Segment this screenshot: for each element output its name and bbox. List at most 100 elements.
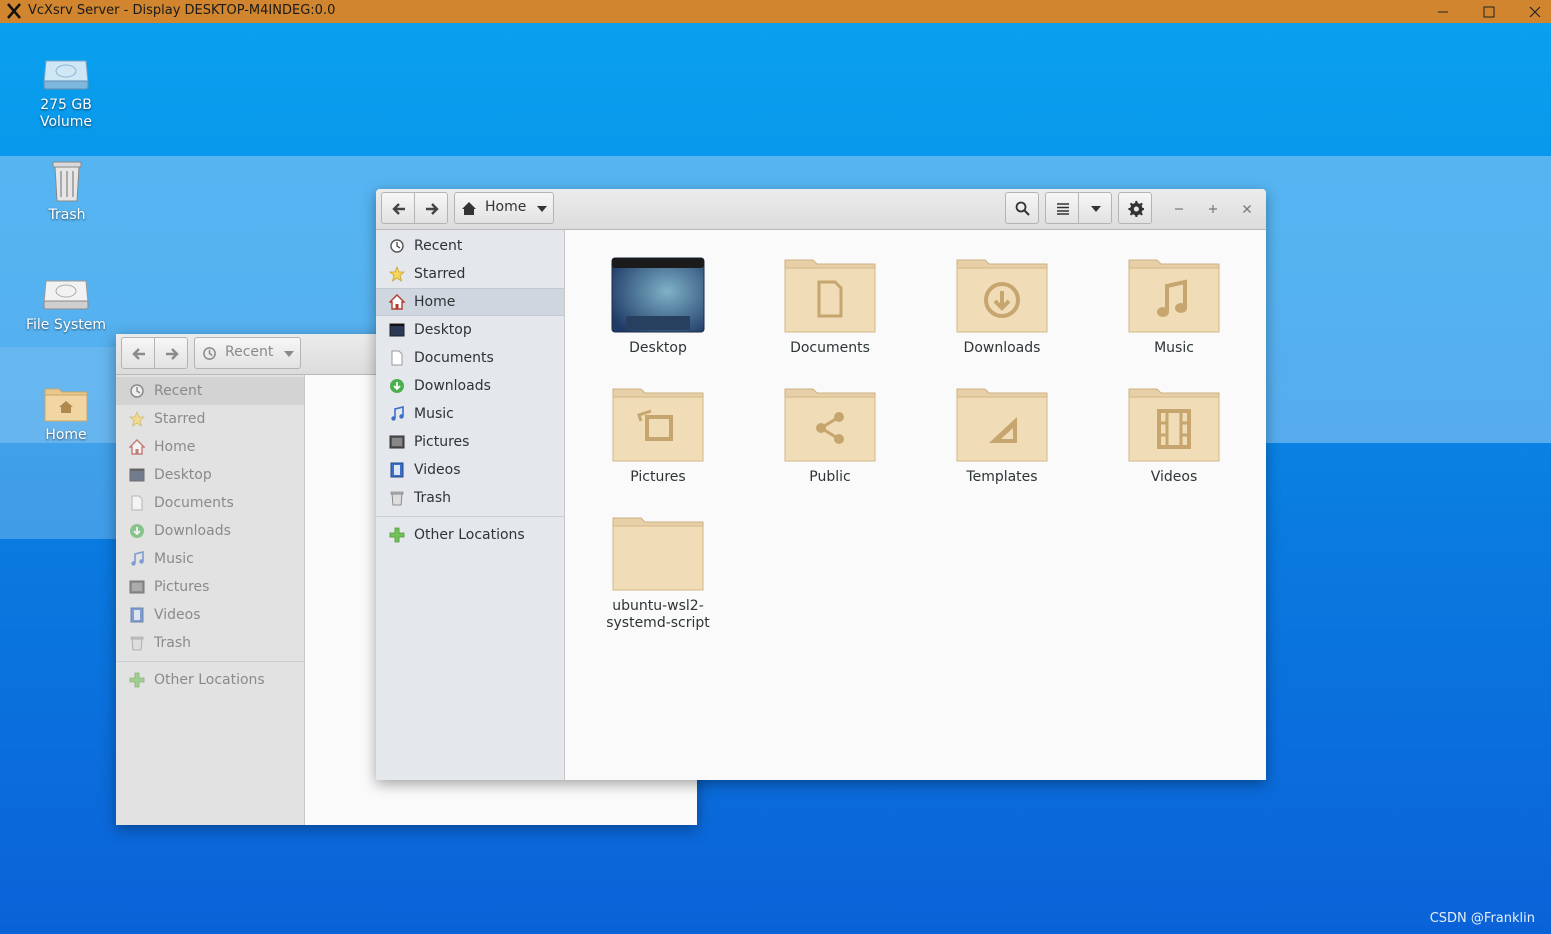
file-item-music[interactable]: Music bbox=[1099, 256, 1249, 357]
sidebar-item-home[interactable]: Home bbox=[376, 288, 564, 316]
minimize-icon bbox=[1175, 208, 1183, 210]
search-button[interactable] bbox=[1005, 192, 1039, 224]
location-label: Home bbox=[485, 199, 527, 215]
file-item-templates[interactable]: Templates bbox=[927, 385, 1077, 486]
desktop-icon-filesystem[interactable]: File System bbox=[16, 273, 116, 334]
desktop-icon-label: Home bbox=[45, 427, 87, 443]
desktop-icon bbox=[389, 323, 405, 337]
sidebar-item-pictures[interactable]: Pictures bbox=[376, 428, 564, 456]
list-view-icon bbox=[1057, 203, 1069, 215]
desktop-icon-volume[interactable]: 275 GB Volume bbox=[16, 53, 116, 131]
drive-icon bbox=[43, 280, 89, 310]
host-window-title: VcXsrv Server - Display DESKTOP-M4INDEG:… bbox=[28, 3, 336, 18]
sidebar-item-label: Desktop bbox=[154, 467, 212, 483]
list-view-button[interactable] bbox=[1045, 192, 1079, 224]
videos-icon bbox=[390, 462, 404, 478]
trash-icon bbox=[52, 161, 82, 202]
sidebar-item-label: Music bbox=[414, 406, 454, 422]
sidebar-item-documents[interactable]: Documents bbox=[116, 489, 304, 517]
sidebar-item-downloads[interactable]: Downloads bbox=[376, 372, 564, 400]
videos-icon bbox=[130, 607, 144, 623]
sidebar-item-label: Starred bbox=[414, 266, 466, 282]
file-item-videos[interactable]: Videos bbox=[1099, 385, 1249, 486]
view-options-button[interactable] bbox=[1078, 192, 1112, 224]
sidebar-item-music[interactable]: Music bbox=[116, 545, 304, 573]
sidebar-item-pictures[interactable]: Pictures bbox=[116, 573, 304, 601]
window-minimize-button[interactable] bbox=[1169, 199, 1189, 219]
sidebar-item-label: Trash bbox=[154, 635, 191, 651]
file-item-downloads[interactable]: Downloads bbox=[927, 256, 1077, 357]
plus-icon bbox=[389, 527, 405, 543]
file-manager-window-front[interactable]: Home Recent Starred Home Desktop Documen… bbox=[376, 189, 1266, 780]
sidebar-item-desktop[interactable]: Desktop bbox=[376, 316, 564, 344]
desktop-icon-trash[interactable]: Trash bbox=[17, 159, 117, 224]
sidebar-item-downloads[interactable]: Downloads bbox=[116, 517, 304, 545]
sidebar-item-other-locations[interactable]: Other Locations bbox=[376, 521, 564, 549]
music-icon bbox=[391, 406, 404, 421]
star-icon bbox=[389, 266, 405, 282]
location-button[interactable]: Home bbox=[454, 192, 554, 224]
document-icon bbox=[391, 350, 403, 366]
sidebar-item-label: Pictures bbox=[414, 434, 470, 450]
sidebar-item-starred[interactable]: Starred bbox=[376, 260, 564, 288]
sidebar-item-label: Music bbox=[154, 551, 194, 567]
pictures-folder-icon bbox=[612, 388, 704, 462]
back-button[interactable] bbox=[121, 337, 155, 369]
desktop-icon-label: Trash bbox=[48, 207, 86, 223]
file-item-desktop[interactable]: Desktop bbox=[583, 256, 733, 357]
file-item-pictures[interactable]: Pictures bbox=[583, 385, 733, 486]
chevron-down-icon bbox=[284, 351, 294, 357]
sidebar-item-documents[interactable]: Documents bbox=[376, 344, 564, 372]
minimize-button[interactable] bbox=[1420, 0, 1466, 23]
forward-button[interactable] bbox=[414, 192, 448, 224]
music-icon bbox=[131, 551, 144, 566]
download-icon bbox=[390, 379, 404, 393]
sidebar-separator bbox=[376, 516, 564, 517]
arrow-left-icon bbox=[132, 348, 145, 360]
sidebar-item-recent[interactable]: Recent bbox=[376, 232, 564, 260]
file-item-public[interactable]: Public bbox=[755, 385, 905, 486]
file-item-label: Desktop bbox=[629, 340, 687, 356]
window-maximize-button[interactable] bbox=[1203, 199, 1223, 219]
gear-icon bbox=[1128, 200, 1144, 217]
sidebar-item-music[interactable]: Music bbox=[376, 400, 564, 428]
file-item-documents[interactable]: Documents bbox=[755, 256, 905, 357]
forward-button[interactable] bbox=[154, 337, 188, 369]
sidebar-item-label: Home bbox=[154, 439, 196, 455]
document-icon bbox=[131, 495, 143, 511]
sidebar-item-videos[interactable]: Videos bbox=[116, 601, 304, 629]
file-item-folder[interactable]: ubuntu-wsl2- systemd-script bbox=[583, 514, 733, 632]
sidebar-item-trash[interactable]: Trash bbox=[116, 629, 304, 657]
search-icon bbox=[1015, 201, 1030, 216]
window-close-button[interactable] bbox=[1237, 199, 1257, 219]
sidebar-item-trash[interactable]: Trash bbox=[376, 484, 564, 512]
close-icon bbox=[1243, 205, 1251, 213]
desktop-icon-home[interactable]: Home bbox=[16, 383, 116, 444]
sidebar: Recent Starred Home Desktop Documents Do… bbox=[116, 375, 305, 825]
sidebar-item-label: Downloads bbox=[414, 378, 491, 394]
sidebar-item-home[interactable]: Home bbox=[116, 433, 304, 461]
sidebar-item-videos[interactable]: Videos bbox=[376, 456, 564, 484]
watermark: CSDN @Franklin bbox=[1429, 911, 1535, 926]
file-item-label: Videos bbox=[1150, 469, 1198, 485]
sidebar-item-desktop[interactable]: Desktop bbox=[116, 461, 304, 489]
home-icon bbox=[129, 439, 145, 455]
menu-button[interactable] bbox=[1118, 192, 1152, 224]
sidebar-item-recent[interactable]: Recent bbox=[116, 377, 304, 405]
minimize-icon bbox=[1438, 11, 1448, 13]
back-button[interactable] bbox=[381, 192, 415, 224]
recent-icon bbox=[130, 384, 144, 398]
close-button[interactable] bbox=[1512, 0, 1551, 23]
downloads-folder-icon bbox=[956, 259, 1048, 333]
location-button[interactable]: Recent bbox=[194, 337, 301, 369]
sidebar-item-other-locations[interactable]: Other Locations bbox=[116, 666, 304, 694]
recent-icon bbox=[203, 347, 216, 360]
sidebar-item-starred[interactable]: Starred bbox=[116, 405, 304, 433]
file-item-label: Pictures bbox=[630, 469, 686, 485]
sidebar-item-label: Downloads bbox=[154, 523, 231, 539]
sidebar-item-label: Desktop bbox=[414, 322, 472, 338]
maximize-button[interactable] bbox=[1466, 0, 1512, 23]
home-icon bbox=[462, 202, 476, 215]
sidebar-item-label: Pictures bbox=[154, 579, 210, 595]
headerbar: Home bbox=[376, 189, 1266, 230]
